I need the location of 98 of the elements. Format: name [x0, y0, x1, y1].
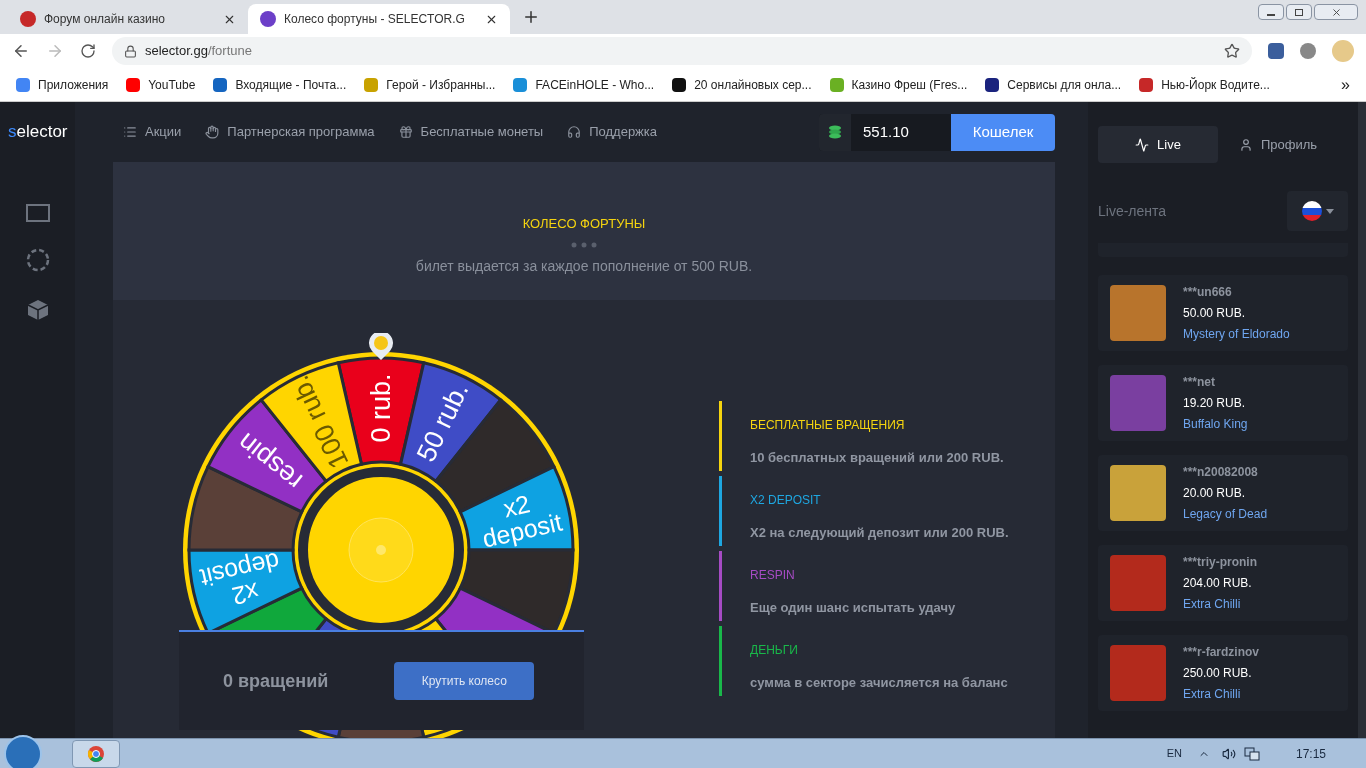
bookmark-item[interactable]: Нью-Йорк Водите... — [1139, 75, 1270, 94]
legend-text: X2 на следующий депозит или 200 RUB. — [750, 524, 1009, 542]
panel-title: КОЛЕСО ФОРТУНЫ — [522, 215, 646, 233]
legend-title: БЕСПЛАТНЫЕ ВРАЩЕНИЯ — [750, 417, 906, 434]
address-field[interactable]: selector.gg/fortune — [112, 37, 1252, 65]
feed-user: ***net — [1183, 374, 1216, 391]
language-indicator[interactable]: EN — [1166, 745, 1182, 762]
game-thumbnail — [1110, 375, 1166, 431]
feed-card[interactable]: ***net 19.20 RUB. Buffalo King — [1098, 365, 1348, 441]
feed-amount: 250.00 RUB. — [1183, 665, 1253, 682]
coins-icon — [828, 125, 842, 139]
clock[interactable]: 17:15 — [1295, 744, 1326, 763]
headset-icon — [567, 125, 582, 139]
game-link[interactable]: Legacy of Dead — [1183, 505, 1268, 523]
flag-icon — [1301, 201, 1322, 221]
wheel-label: x2 deposit — [479, 489, 565, 553]
nav-link[interactable]: Партнерская программа — [205, 122, 375, 142]
game-link[interactable]: Extra Chilli — [1183, 685, 1259, 703]
feed-card[interactable]: ***triy-pronin 204.00 RUB. Extra Chilli — [1098, 545, 1348, 621]
feed-amount: 50.00 RUB. — [1183, 305, 1247, 322]
network-icon[interactable] — [1243, 746, 1260, 761]
nav-link[interactable]: Бесплатные монеты — [398, 122, 544, 142]
feed-amount: 19.20 RUB. — [1183, 395, 1247, 412]
legend-title: X2 DEPOSIT — [750, 492, 822, 509]
sidebar-tab[interactable]: Live — [1098, 126, 1218, 163]
browser-tab[interactable]: Форум онлайн казино — [8, 4, 248, 34]
reload-icon[interactable] — [80, 43, 96, 59]
sidebar-tab[interactable]: Профиль — [1218, 126, 1338, 163]
game-thumbnail — [1110, 465, 1166, 521]
volume-icon[interactable] — [1221, 746, 1236, 761]
feed-card[interactable]: ***r-fardzinov 250.00 RUB. Extra Chilli — [1098, 635, 1348, 711]
game-thumbnail — [1110, 645, 1166, 701]
bookmark-item[interactable]: YouTube — [126, 75, 196, 94]
gift-icon — [398, 125, 413, 139]
legend-text: сумма в секторе зачисляется на баланс — [750, 674, 1008, 692]
minimize-button[interactable] — [1258, 4, 1284, 20]
feed-amount: 204.00 RUB. — [1183, 575, 1253, 592]
game-thumbnail — [1110, 285, 1166, 341]
bookmark-star-icon[interactable] — [1224, 43, 1240, 59]
more-bookmarks-button[interactable]: » — [1341, 72, 1350, 97]
dots-icon — [571, 241, 597, 248]
caret-icon — [1325, 208, 1334, 214]
maximize-icon — [1295, 8, 1303, 16]
browser-icon — [87, 744, 105, 763]
wheel-label: 50 rub. — [410, 377, 475, 467]
bookmark-item[interactable]: Сервисы для онла... — [985, 75, 1122, 94]
cube-icon[interactable] — [25, 298, 50, 322]
game-thumbnail — [1110, 555, 1166, 611]
pointer-pin-icon — [369, 333, 393, 360]
nav-link[interactable]: Поддержка — [567, 122, 658, 142]
hand-icon — [205, 125, 220, 139]
user-icon — [1238, 137, 1253, 152]
bookmark-item[interactable]: Казино Фреш (Fres... — [829, 75, 968, 94]
bookmark-item[interactable]: Входящие - Почта... — [213, 75, 347, 94]
nav-link[interactable]: Акции — [123, 122, 182, 142]
feed-user: ***un666 — [1183, 284, 1233, 301]
panel-subtitle: билет выдается за каждое пополнение от 500 RUB. — [415, 256, 753, 276]
legend-text: 10 бесплатных вращений или 200 RUB. — [750, 449, 1004, 467]
site-icon — [20, 11, 36, 27]
feed-user: ***n20082008 — [1183, 464, 1259, 481]
wheel-label: x2 deposit — [197, 547, 283, 611]
feed-user: ***triy-pronin — [1183, 554, 1257, 571]
extension-icon[interactable] — [1268, 43, 1284, 59]
balance-field: 551.10 — [819, 113, 951, 151]
game-link[interactable]: Buffalo King — [1183, 415, 1248, 433]
feed-amount: 20.00 RUB. — [1183, 485, 1247, 502]
close-icon — [1330, 6, 1342, 18]
chrome-taskbar-button[interactable] — [72, 739, 120, 768]
scrollbar[interactable] — [1358, 102, 1366, 738]
spins-count: 0 вращений — [223, 669, 329, 693]
wheel-label: 0 rub. — [366, 373, 396, 443]
bookmark-item[interactable]: Приложения — [16, 75, 109, 94]
game-link[interactable]: Mystery of Eldorado — [1183, 325, 1290, 343]
bookmark-item[interactable]: 20 онлайновых сер... — [672, 75, 812, 94]
legend-text: Еще один шанс испытать удачу — [750, 599, 956, 617]
lock-icon — [124, 44, 137, 58]
legend-title: RESPIN — [750, 567, 796, 584]
new-tab-icon[interactable] — [522, 8, 540, 26]
site-icon — [260, 11, 276, 27]
dashed-circle-icon[interactable] — [25, 248, 50, 272]
feed-card[interactable]: ***un666 50.00 RUB. Mystery of Eldorado — [1098, 275, 1348, 351]
spin-button[interactable]: Крутить колесо — [394, 662, 535, 700]
bookmark-item[interactable]: Герой - Избранны... — [364, 75, 496, 94]
language-dropdown[interactable] — [1287, 191, 1348, 231]
minimize-icon — [1267, 14, 1275, 16]
maximize-button[interactable] — [1286, 4, 1312, 20]
adblock-icon[interactable] — [1300, 43, 1316, 59]
feed-title: Live-лента — [1098, 201, 1167, 221]
list-icon — [123, 125, 137, 139]
back-icon[interactable] — [12, 42, 30, 60]
feed-user: ***r-fardzinov — [1183, 644, 1259, 661]
bookmark-item[interactable]: FACEinHOLE - Who... — [513, 75, 655, 94]
activity-icon — [1135, 137, 1150, 152]
browser-tab[interactable]: Колесо фортуны - SELECTOR.G — [248, 4, 510, 34]
legend-title: ДЕНЬГИ — [750, 642, 799, 659]
feed-card[interactable]: ***n20082008 20.00 RUB. Legacy of Dead — [1098, 455, 1348, 531]
start-button[interactable] — [4, 734, 42, 768]
game-link[interactable]: Extra Chilli — [1183, 595, 1257, 613]
